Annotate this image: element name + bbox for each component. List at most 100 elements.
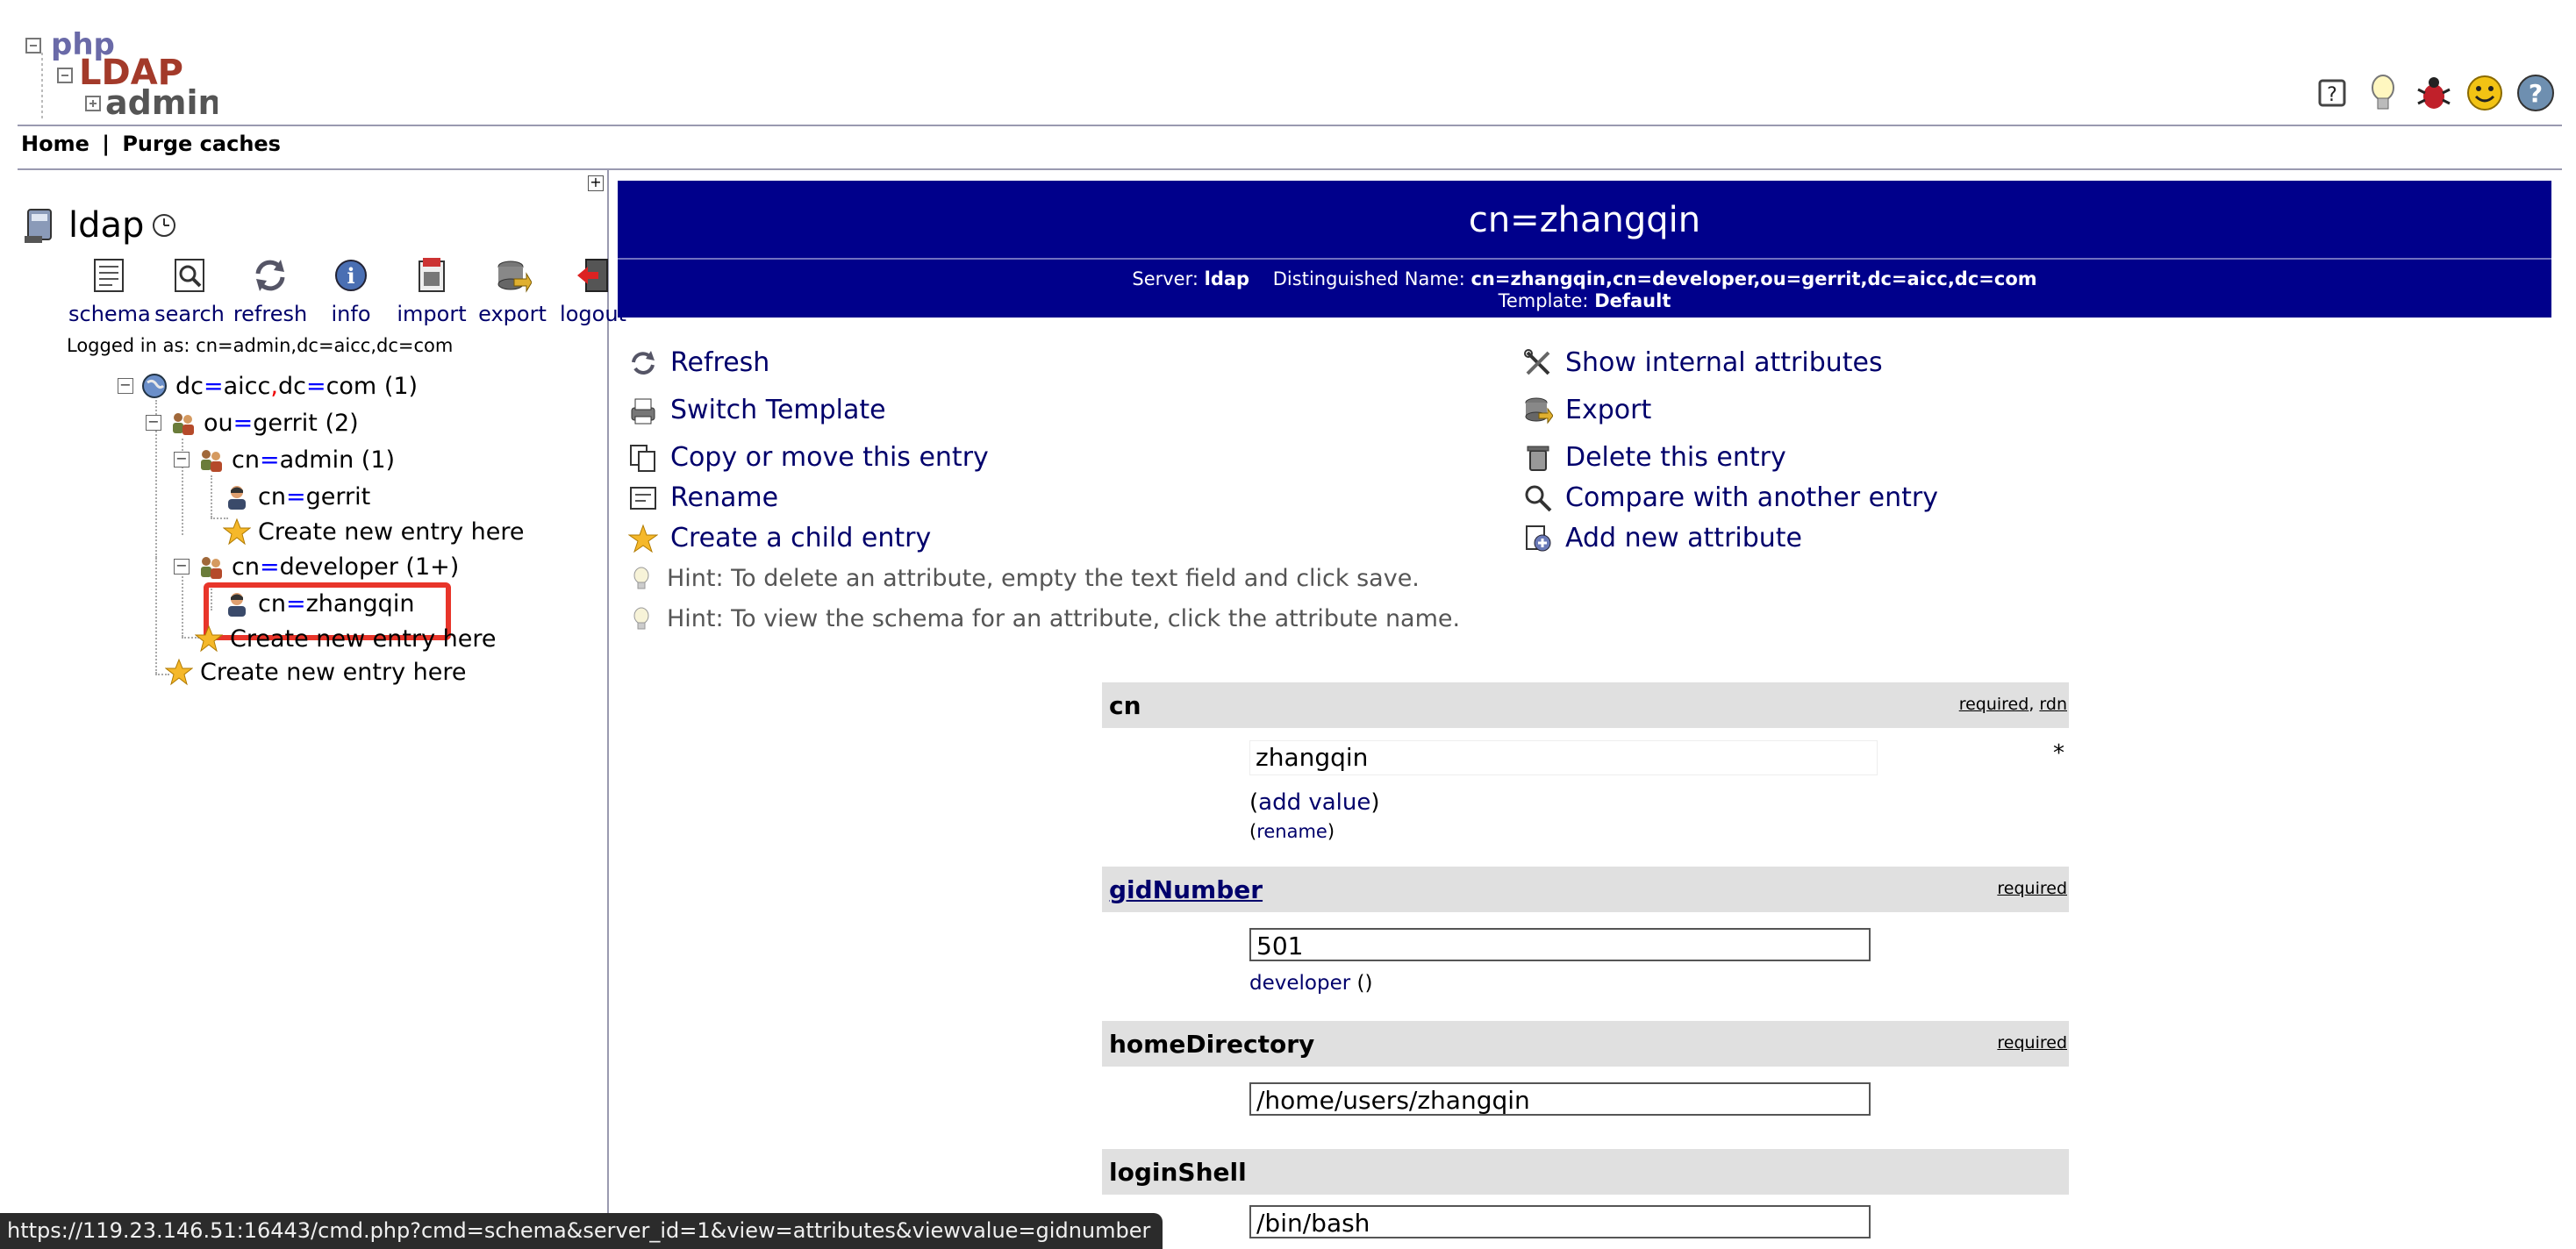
- tree-line: [155, 558, 157, 674]
- phpldapadmin-logo[interactable]: php LDAP admin: [25, 23, 222, 122]
- tree-item-ou-gerrit[interactable]: − ou=gerrit (2): [146, 409, 359, 437]
- purge-caches-link[interactable]: Purge caches: [122, 132, 281, 156]
- collapse-icon[interactable]: −: [146, 415, 161, 431]
- refresh-label: refresh: [233, 302, 308, 326]
- question-icon[interactable]: ?: [2515, 72, 2557, 114]
- collapse-icon[interactable]: −: [174, 559, 190, 575]
- hint-delete-attribute: Hint: To delete an attribute, empty the …: [628, 565, 1420, 592]
- search-icon: [175, 259, 204, 292]
- refresh-button[interactable]: refresh: [230, 256, 311, 326]
- expand-panel-icon[interactable]: +: [588, 175, 604, 191]
- server-name[interactable]: ldap: [68, 205, 144, 246]
- entry-pane: cn=zhangqin Server: ldap Distinguished N…: [618, 181, 2551, 1249]
- collapse-icon[interactable]: −: [118, 378, 133, 394]
- refresh-icon: [632, 350, 655, 375]
- required-star: *: [2053, 740, 2064, 767]
- bug-icon[interactable]: [2413, 72, 2455, 114]
- help-icon[interactable]: ?: [2311, 72, 2353, 114]
- tree-item-cn-gerrit[interactable]: cn=gerrit: [223, 482, 370, 510]
- home-link[interactable]: Home: [21, 132, 89, 156]
- tree-item-cn-developer[interactable]: − cn=developer (1+): [174, 553, 459, 581]
- import-button[interactable]: import: [391, 256, 472, 326]
- menu-separator: |: [102, 132, 110, 156]
- rename-action[interactable]: Rename: [628, 482, 778, 513]
- tree-line: [211, 475, 212, 517]
- create-entry-label: Create new entry here: [258, 517, 525, 546]
- copy-move-action[interactable]: Copy or move this entry: [628, 442, 989, 473]
- collapse-icon[interactable]: −: [174, 452, 190, 467]
- create-child-action[interactable]: Create a child entry: [628, 523, 931, 553]
- export-button[interactable]: export: [472, 256, 553, 326]
- rename-link[interactable]: rename: [1256, 821, 1327, 842]
- add-value-link[interactable]: add value: [1258, 789, 1370, 816]
- tree-item-root[interactable]: − dc=aicc,dc=com (1): [118, 372, 418, 400]
- delete-entry-action[interactable]: Delete this entry: [1523, 442, 1786, 473]
- attr-header-loginshell: loginShell: [1102, 1149, 2069, 1195]
- attr-flags-cn: required, rdn: [1958, 695, 2067, 714]
- tools-icon: [1524, 348, 1550, 375]
- switch-template-action[interactable]: Switch Template: [628, 395, 886, 425]
- clock-icon[interactable]: [151, 212, 177, 239]
- browser-status-bar: https://119.23.146.51:16443/cmd.php?cmd=…: [0, 1213, 1163, 1249]
- svg-text:?: ?: [2529, 79, 2543, 108]
- hint-view-schema: Hint: To view the schema for an attribut…: [628, 605, 1460, 632]
- tree-item-cn-gerrit-label: cn=gerrit: [258, 482, 371, 510]
- info-icon: i: [335, 260, 367, 291]
- tree-panel: + ldap schema search refresh i info impo…: [18, 170, 626, 1249]
- tree-item-root-label: dc=aicc,dc=com (1): [175, 372, 419, 400]
- create-entry-link[interactable]: Create new entry here: [165, 658, 467, 686]
- trash-icon: [1527, 446, 1549, 471]
- star-icon: [223, 517, 251, 546]
- tree-item-cn-admin-label: cn=admin (1): [232, 446, 396, 474]
- gidnumber-input[interactable]: 501: [1249, 928, 1871, 961]
- user-icon: [228, 486, 246, 510]
- entry-title: cn=zhangqin: [1468, 200, 1701, 240]
- create-entry-link[interactable]: Create new entry here: [223, 517, 525, 546]
- lightbulb-icon: [633, 607, 649, 629]
- attr-name-gidnumber[interactable]: gidNumber: [1109, 875, 1263, 904]
- group-icon: [201, 450, 222, 472]
- smile-icon[interactable]: [2464, 72, 2506, 114]
- logout-label: logout: [560, 302, 626, 326]
- group-icon: [201, 557, 222, 579]
- server-title: ldap: [23, 205, 177, 246]
- attr-flags-gidnumber: required: [1997, 879, 2067, 898]
- logout-icon: [577, 259, 608, 292]
- star-icon: [195, 624, 223, 653]
- server-toolbar: schema search refresh i info import expo…: [68, 256, 633, 326]
- show-internal-attributes-action[interactable]: Show internal attributes: [1523, 347, 1883, 378]
- export-icon: [1525, 397, 1553, 424]
- tree-item-ou-gerrit-label: ou=gerrit (2): [204, 409, 359, 437]
- header: php LDAP admin ? ?: [18, 18, 2562, 126]
- create-entry-link[interactable]: Create new entry here: [195, 624, 497, 653]
- create-entry-label: Create new entry here: [230, 624, 497, 653]
- loginshell-input[interactable]: /bin/bash: [1249, 1205, 1871, 1238]
- refresh-action[interactable]: Refresh: [628, 347, 769, 378]
- info-button[interactable]: i info: [311, 256, 391, 326]
- gid-group-wrap: developer (): [1249, 972, 1373, 995]
- gid-group-link[interactable]: developer: [1249, 972, 1350, 995]
- export-action[interactable]: Export: [1523, 395, 1651, 425]
- attr-header-homedirectory: homeDirectory required: [1102, 1021, 2069, 1067]
- copy-icon: [630, 444, 655, 472]
- search-button[interactable]: search: [149, 256, 230, 326]
- hint-icon[interactable]: [2362, 72, 2404, 114]
- compare-entry-action[interactable]: Compare with another entry: [1523, 482, 1938, 513]
- star-icon: [165, 658, 193, 686]
- schema-button[interactable]: schema: [68, 256, 151, 326]
- attr-name-homedirectory[interactable]: homeDirectory: [1109, 1030, 1314, 1059]
- attr-name-loginshell[interactable]: loginShell: [1109, 1158, 1247, 1187]
- globe-icon: [142, 374, 167, 398]
- template-icon: [631, 398, 655, 424]
- homedirectory-input[interactable]: /home/users/zhangqin: [1249, 1082, 1871, 1116]
- refresh-icon: [255, 260, 285, 291]
- add-attribute-action[interactable]: Add new attribute: [1523, 523, 1802, 553]
- tree-item-cn-admin[interactable]: − cn=admin (1): [174, 446, 395, 474]
- star-icon: [628, 524, 658, 553]
- attr-name-cn[interactable]: cn: [1109, 691, 1141, 720]
- import-icon: [419, 258, 445, 292]
- search-label: search: [154, 302, 225, 326]
- logged-in-as: Logged in as: cn=admin,dc=aicc,dc=com: [67, 335, 454, 356]
- svg-text:?: ?: [2327, 84, 2337, 106]
- export-label: export: [478, 302, 547, 326]
